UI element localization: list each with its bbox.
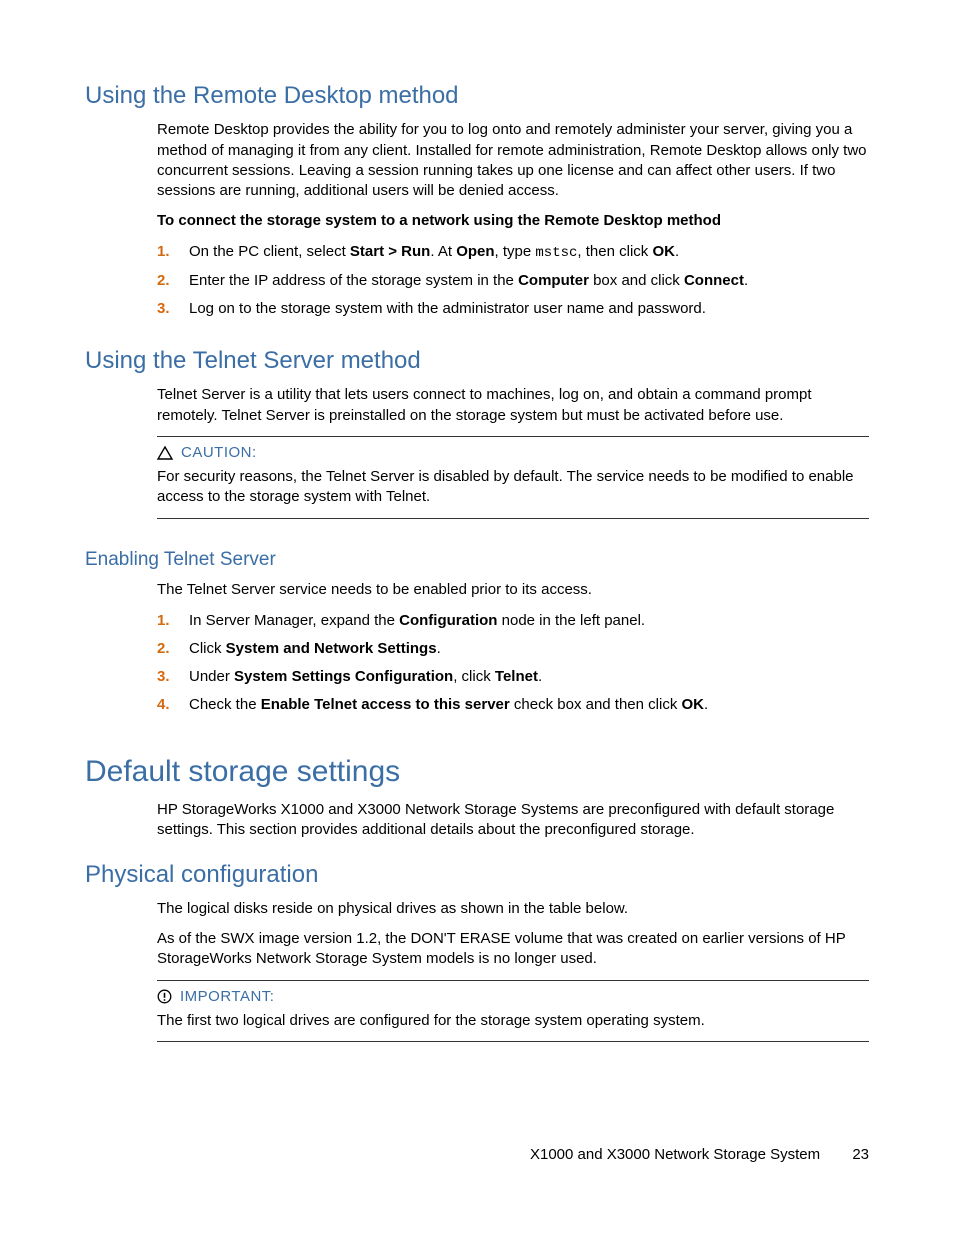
bold-text: Open	[456, 243, 494, 260]
steps-list: On the PC client, select Start > Run. At…	[157, 242, 869, 327]
list-item: Check the Enable Telnet access to this s…	[157, 695, 869, 723]
bold-text: Configuration	[399, 612, 497, 629]
divider	[157, 980, 869, 981]
heading-enabling-telnet: Enabling Telnet Server	[85, 547, 869, 573]
divider	[157, 518, 869, 519]
text: , then click	[577, 243, 652, 260]
caution-icon	[157, 446, 173, 460]
text: In Server Manager, expand the	[189, 612, 399, 629]
text: .	[704, 696, 708, 713]
important-icon	[157, 989, 172, 1004]
paragraph: The Telnet Server service needs to be en…	[157, 580, 869, 600]
paragraph: Remote Desktop provides the ability for …	[157, 120, 869, 201]
text: .	[437, 640, 441, 657]
paragraph: As of the SWX image version 1.2, the DON…	[157, 929, 869, 970]
text: .	[744, 272, 748, 289]
bold-text: Start > Run	[350, 243, 430, 260]
bold-text: System Settings Configuration	[234, 668, 453, 685]
caution-body: For security reasons, the Telnet Server …	[157, 467, 869, 508]
paragraph: Telnet Server is a utility that lets use…	[157, 385, 869, 426]
bold-text: Connect	[684, 272, 744, 289]
list-item: Enter the IP address of the storage syst…	[157, 271, 869, 299]
bold-text: Computer	[518, 272, 589, 289]
paragraph: HP StorageWorks X1000 and X3000 Network …	[157, 800, 869, 841]
page-footer: X1000 and X3000 Network Storage System 2…	[530, 1145, 869, 1165]
list-item: In Server Manager, expand the Configurat…	[157, 611, 869, 639]
important-body: The first two logical drives are configu…	[157, 1011, 869, 1031]
divider	[157, 1041, 869, 1042]
bold-text: OK	[682, 696, 705, 713]
text: On the PC client, select	[189, 243, 350, 260]
text: Enter the IP address of the storage syst…	[189, 272, 518, 289]
text: , type	[495, 243, 536, 260]
text: .	[538, 668, 542, 685]
heading-remote-desktop: Using the Remote Desktop method	[85, 80, 869, 112]
list-item: Under System Settings Configuration, cli…	[157, 667, 869, 695]
caution-label: CAUTION:	[181, 443, 257, 463]
bold-text: OK	[652, 243, 675, 260]
list-item: On the PC client, select Start > Run. At…	[157, 242, 869, 271]
text: Under	[189, 668, 234, 685]
bold-text: Telnet	[495, 668, 538, 685]
list-item: Click System and Network Settings.	[157, 639, 869, 667]
text: . At	[430, 243, 456, 260]
text: Check the	[189, 696, 261, 713]
footer-title: X1000 and X3000 Network Storage System	[530, 1146, 820, 1163]
text: .	[675, 243, 679, 260]
divider	[157, 436, 869, 437]
page-number: 23	[852, 1146, 869, 1163]
bold-text: System and Network Settings	[226, 640, 437, 657]
text: , click	[453, 668, 495, 685]
code-text: mstsc	[535, 245, 577, 261]
text: node in the left panel.	[497, 612, 645, 629]
heading-telnet-method: Using the Telnet Server method	[85, 345, 869, 377]
heading-physical-config: Physical configuration	[85, 859, 869, 891]
important-block: IMPORTANT: The first two logical drives …	[157, 987, 869, 1032]
caution-block: CAUTION: For security reasons, the Telne…	[157, 443, 869, 508]
steps-list: In Server Manager, expand the Configurat…	[157, 611, 869, 724]
important-label: IMPORTANT:	[180, 987, 274, 1007]
bold-text: Enable Telnet access to this server	[261, 696, 510, 713]
text: check box and then click	[510, 696, 682, 713]
task-label: To connect the storage system to a netwo…	[157, 211, 869, 231]
heading-default-storage: Default storage settings	[85, 752, 869, 793]
paragraph: The logical disks reside on physical dri…	[157, 899, 869, 919]
text: Click	[189, 640, 226, 657]
text: box and click	[589, 272, 684, 289]
list-item: Log on to the storage system with the ad…	[157, 299, 869, 327]
